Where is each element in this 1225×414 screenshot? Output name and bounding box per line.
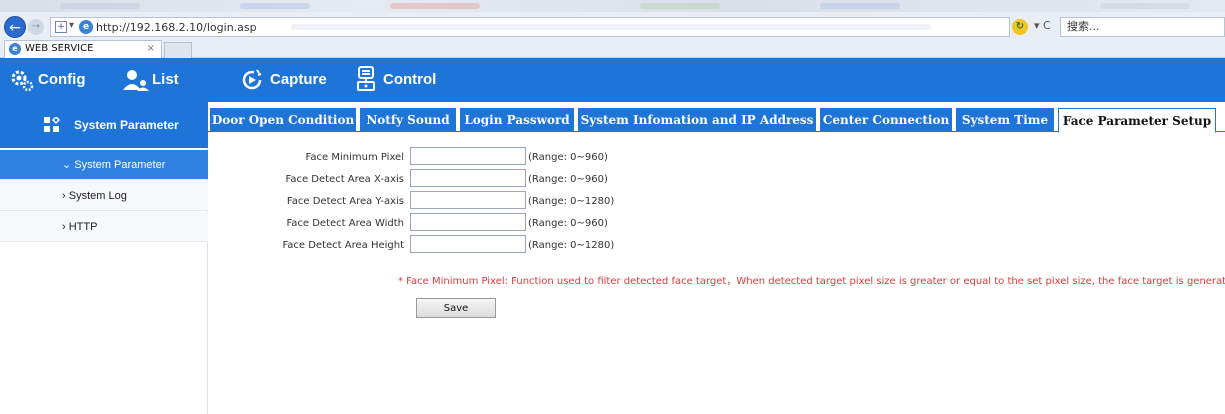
sidebar-item-label: System Parameter	[74, 159, 166, 171]
tab-system-information[interactable]: System Infomation and IP Address	[578, 108, 816, 132]
sidebar-title: System Parameter	[74, 118, 179, 132]
face-minimum-pixel-input[interactable]	[410, 147, 526, 165]
sidebar-item-system-parameter[interactable]: ⌄ System Parameter	[0, 150, 208, 180]
face-detect-height-input[interactable]	[410, 235, 526, 253]
close-icon[interactable]: ×	[147, 41, 155, 57]
face-pixel-note: * Face Minimum Pixel: Function used to f…	[398, 276, 1225, 287]
face-detect-width-input[interactable]	[410, 213, 526, 231]
grid-icon	[44, 117, 61, 132]
range-hint: (Range: 0~1280)	[528, 196, 615, 207]
tab-face-parameter-setup[interactable]: Face Parameter Setup	[1058, 108, 1216, 133]
sidebar-item-label: HTTP	[68, 221, 98, 233]
header-config-label: Config	[38, 71, 86, 88]
range-hint: (Range: 0~960)	[528, 174, 608, 185]
ie-logo-icon: e	[9, 43, 21, 55]
face-detect-x-input[interactable]	[410, 169, 526, 187]
blurred-bookmark-bar	[0, 0, 1225, 12]
header-list-label: List	[152, 71, 179, 88]
header-config[interactable]: Config	[10, 58, 85, 102]
tab-login-password[interactable]: Login Password	[460, 108, 574, 132]
address-bar[interactable]: + ▾ e http://192.168.2.10/login.asp	[50, 17, 1010, 37]
browser-tab[interactable]: e WEB SERVICE ×	[4, 40, 162, 58]
capture-icon	[242, 69, 262, 90]
blurred-area	[291, 24, 931, 30]
page-icon: +	[55, 21, 67, 33]
chevron-right-icon: ›	[62, 190, 66, 202]
header-capture[interactable]: Capture	[240, 58, 327, 102]
range-hint: (Range: 0~960)	[528, 152, 608, 163]
header-list[interactable]: List	[122, 58, 179, 102]
header-capture-label: Capture	[270, 71, 327, 88]
field-label: Face Detect Area Width	[286, 218, 404, 229]
tab-center-connection[interactable]: Center Connection	[820, 108, 952, 132]
chevron-right-icon: ›	[62, 221, 66, 233]
app-header: Config List Capture Control	[0, 58, 1225, 102]
gear-icon	[11, 70, 34, 92]
range-hint: (Range: 0~960)	[528, 218, 608, 229]
settings-tabs: Door Open Condition Notfy Sound Login Pa…	[208, 108, 1225, 133]
users-icon	[123, 70, 149, 91]
ie-logo-icon: e	[79, 20, 93, 34]
control-icon	[357, 66, 375, 91]
field-label: Face Minimum Pixel	[305, 152, 404, 163]
header-control-label: Control	[383, 71, 437, 88]
face-detect-y-input[interactable]	[410, 191, 526, 209]
chevron-down-icon: ⌄	[62, 159, 72, 171]
save-button[interactable]: Save	[416, 298, 496, 318]
url-text: http://192.168.2.10/login.asp	[96, 21, 257, 34]
field-label: Face Detect Area Y-axis	[286, 196, 404, 207]
sidebar-item-system-log[interactable]: › System Log	[0, 181, 208, 211]
address-tools: ↻ ▾ C	[1010, 16, 1060, 38]
field-label: Face Detect Area X-axis	[285, 174, 404, 185]
sidebar-item-label: System Log	[68, 190, 127, 202]
new-tab-button[interactable]	[164, 42, 192, 58]
sidebar-header[interactable]: System Parameter	[0, 102, 208, 148]
browser-chrome: ← → + ▾ e http://192.168.2.10/login.asp …	[0, 0, 1225, 58]
back-arrow-icon[interactable]: ←	[4, 16, 26, 38]
search-input[interactable]: 搜索...	[1060, 17, 1225, 37]
navigation-bar: ← → + ▾ e http://192.168.2.10/login.asp …	[0, 16, 1225, 38]
field-label: Face Detect Area Height	[282, 240, 404, 251]
forward-arrow-icon[interactable]: →	[28, 19, 44, 35]
tab-title: WEB SERVICE	[25, 43, 94, 54]
range-hint: (Range: 0~1280)	[528, 240, 615, 251]
tab-system-time[interactable]: System Time	[956, 108, 1054, 132]
header-control[interactable]: Control	[355, 58, 436, 102]
refresh-icon[interactable]: ▾ C	[1034, 19, 1051, 32]
tab-door-open-condition[interactable]: Door Open Condition	[210, 108, 356, 132]
tab-notify-sound[interactable]: Notfy Sound	[360, 108, 456, 132]
sidebar-item-http[interactable]: › HTTP	[0, 212, 208, 242]
dropdown-icon: ▾	[69, 20, 75, 31]
browser-tab-bar: e WEB SERVICE ×	[0, 38, 1225, 58]
compatibility-icon[interactable]: ↻	[1012, 19, 1028, 35]
sidebar: System Parameter ⌄ System Parameter › Sy…	[0, 102, 208, 414]
